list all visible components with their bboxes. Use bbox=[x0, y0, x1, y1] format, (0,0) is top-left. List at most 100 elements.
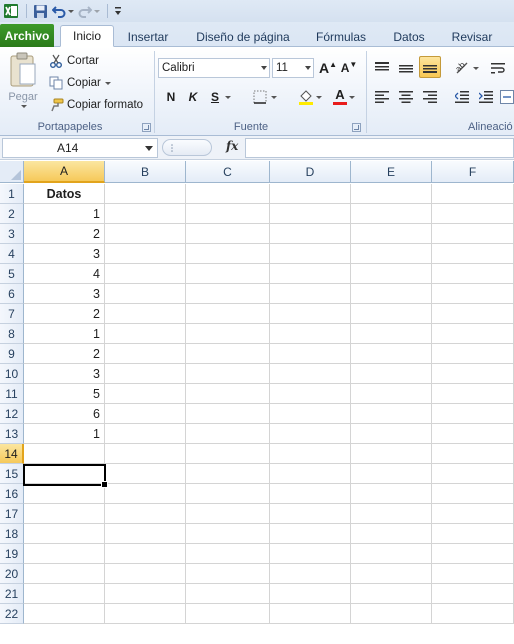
cell-d1[interactable] bbox=[270, 184, 351, 204]
formula-input[interactable] bbox=[245, 138, 514, 158]
cell-d14[interactable] bbox=[270, 444, 351, 464]
cell-f13[interactable] bbox=[432, 424, 514, 444]
cell-e11[interactable] bbox=[351, 384, 432, 404]
row-header-21[interactable]: 21 bbox=[0, 584, 24, 604]
active-cell-selection[interactable] bbox=[23, 464, 108, 488]
italic-button[interactable]: K bbox=[184, 87, 202, 107]
bold-button[interactable]: N bbox=[162, 87, 180, 107]
copy-button[interactable]: Copiar bbox=[48, 73, 111, 93]
cell-b18[interactable] bbox=[105, 524, 186, 544]
tab-formulas[interactable]: Fórmulas bbox=[312, 26, 370, 47]
cell-a22[interactable] bbox=[24, 604, 105, 624]
cell-f16[interactable] bbox=[432, 484, 514, 504]
cell-c1[interactable] bbox=[186, 184, 270, 204]
row-header-18[interactable]: 18 bbox=[0, 524, 24, 544]
align-top-button[interactable] bbox=[372, 58, 392, 78]
cell-b14[interactable] bbox=[105, 444, 186, 464]
cell-f20[interactable] bbox=[432, 564, 514, 584]
cell-a3[interactable]: 2 bbox=[24, 224, 105, 244]
fill-color-button[interactable] bbox=[296, 87, 324, 107]
cell-f1[interactable] bbox=[432, 184, 514, 204]
column-header-a[interactable]: A bbox=[24, 161, 105, 183]
cell-d9[interactable] bbox=[270, 344, 351, 364]
column-header-d[interactable]: D bbox=[270, 161, 351, 183]
align-bottom-button[interactable] bbox=[419, 56, 441, 78]
cell-c16[interactable] bbox=[186, 484, 270, 504]
cell-a20[interactable] bbox=[24, 564, 105, 584]
cell-e12[interactable] bbox=[351, 404, 432, 424]
borders-button[interactable] bbox=[250, 87, 280, 107]
cell-e4[interactable] bbox=[351, 244, 432, 264]
row-header-22[interactable]: 22 bbox=[0, 604, 24, 624]
font-color-button[interactable]: A bbox=[330, 87, 358, 107]
cell-f12[interactable] bbox=[432, 404, 514, 424]
cell-f9[interactable] bbox=[432, 344, 514, 364]
cell-b6[interactable] bbox=[105, 284, 186, 304]
row-header-4[interactable]: 4 bbox=[0, 244, 24, 264]
cell-a6[interactable]: 3 bbox=[24, 284, 105, 304]
row-header-3[interactable]: 3 bbox=[0, 224, 24, 244]
cell-a14[interactable] bbox=[24, 444, 105, 464]
column-header-e[interactable]: E bbox=[351, 161, 432, 183]
align-center-button[interactable] bbox=[396, 87, 416, 107]
borders-dropdown-arrow[interactable] bbox=[271, 95, 277, 99]
cell-c2[interactable] bbox=[186, 204, 270, 224]
cell-d6[interactable] bbox=[270, 284, 351, 304]
tab-inicio[interactable]: Inicio bbox=[60, 25, 114, 47]
cell-a11[interactable]: 5 bbox=[24, 384, 105, 404]
cell-f3[interactable] bbox=[432, 224, 514, 244]
cell-e8[interactable] bbox=[351, 324, 432, 344]
cell-b20[interactable] bbox=[105, 564, 186, 584]
merge-center-button[interactable] bbox=[500, 87, 514, 107]
cell-e9[interactable] bbox=[351, 344, 432, 364]
row-header-16[interactable]: 16 bbox=[0, 484, 24, 504]
cell-d4[interactable] bbox=[270, 244, 351, 264]
cell-a4[interactable]: 3 bbox=[24, 244, 105, 264]
cell-e7[interactable] bbox=[351, 304, 432, 324]
cell-c3[interactable] bbox=[186, 224, 270, 244]
cell-b22[interactable] bbox=[105, 604, 186, 624]
cell-c18[interactable] bbox=[186, 524, 270, 544]
row-header-5[interactable]: 5 bbox=[0, 264, 24, 284]
align-middle-button[interactable] bbox=[396, 58, 416, 78]
font-color-dropdown-arrow[interactable] bbox=[349, 95, 355, 99]
cell-c21[interactable] bbox=[186, 584, 270, 604]
row-header-15[interactable]: 15 bbox=[0, 464, 24, 484]
cell-a21[interactable] bbox=[24, 584, 105, 604]
cell-c20[interactable] bbox=[186, 564, 270, 584]
cell-b13[interactable] bbox=[105, 424, 186, 444]
name-box[interactable]: A14 bbox=[2, 138, 158, 158]
cell-a17[interactable] bbox=[24, 504, 105, 524]
row-header-6[interactable]: 6 bbox=[0, 284, 24, 304]
cell-e2[interactable] bbox=[351, 204, 432, 224]
paste-dropdown-arrow[interactable] bbox=[21, 105, 27, 108]
cell-d7[interactable] bbox=[270, 304, 351, 324]
cell-c6[interactable] bbox=[186, 284, 270, 304]
cell-f18[interactable] bbox=[432, 524, 514, 544]
cell-f14[interactable] bbox=[432, 444, 514, 464]
cell-a12[interactable]: 6 bbox=[24, 404, 105, 424]
cell-c8[interactable] bbox=[186, 324, 270, 344]
cell-e16[interactable] bbox=[351, 484, 432, 504]
cell-b12[interactable] bbox=[105, 404, 186, 424]
underline-dropdown-arrow[interactable] bbox=[225, 95, 231, 99]
row-header-20[interactable]: 20 bbox=[0, 564, 24, 584]
cell-b21[interactable] bbox=[105, 584, 186, 604]
orientation-dropdown-arrow[interactable] bbox=[473, 66, 479, 70]
cell-c4[interactable] bbox=[186, 244, 270, 264]
cell-e10[interactable] bbox=[351, 364, 432, 384]
cell-b1[interactable] bbox=[105, 184, 186, 204]
cell-b3[interactable] bbox=[105, 224, 186, 244]
cell-b15[interactable] bbox=[105, 464, 186, 484]
cell-a16[interactable] bbox=[24, 484, 105, 504]
font-launcher-icon[interactable] bbox=[352, 123, 361, 132]
cell-d17[interactable] bbox=[270, 504, 351, 524]
cell-a7[interactable]: 2 bbox=[24, 304, 105, 324]
insert-function-icon[interactable]: fx bbox=[226, 139, 238, 153]
orientation-button[interactable]: ab bbox=[452, 58, 482, 78]
save-icon[interactable] bbox=[31, 2, 49, 20]
shrink-font-button[interactable]: A ▼ bbox=[340, 58, 358, 78]
cell-e20[interactable] bbox=[351, 564, 432, 584]
cell-b10[interactable] bbox=[105, 364, 186, 384]
cell-d5[interactable] bbox=[270, 264, 351, 284]
